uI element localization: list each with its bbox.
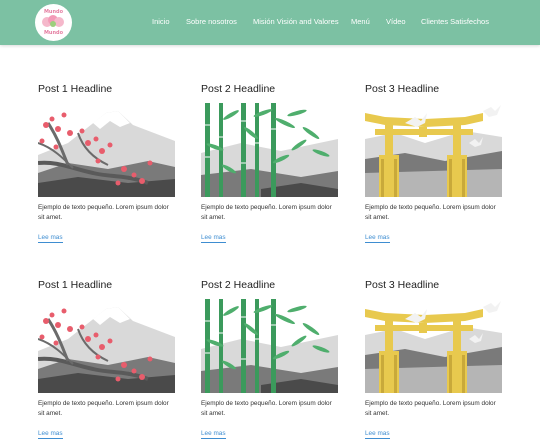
post-title[interactable]: Post 1 Headline — [38, 83, 112, 95]
post-excerpt: Ejemplo de texto pequeño. Lorem ipsum do… — [365, 400, 496, 417]
logo-text-bottom: Mundo — [43, 30, 64, 36]
post-excerpt: Ejemplo de texto pequeño. Lorem ipsum do… — [38, 204, 169, 221]
nav-item-clientes[interactable]: Clientes Satisfechos — [421, 17, 489, 26]
read-more-link[interactable]: Lee mas — [201, 430, 226, 439]
nav-item-inicio[interactable]: Inicio — [152, 17, 170, 26]
post-image-bamboo[interactable] — [201, 103, 338, 197]
post-title[interactable]: Post 1 Headline — [38, 279, 112, 291]
post-excerpt: Ejemplo de texto pequeño. Lorem ipsum do… — [201, 204, 332, 221]
post-excerpt: Ejemplo de texto pequeño. Lorem ipsum do… — [201, 400, 332, 417]
post-image-mountain-blossom[interactable] — [38, 299, 175, 393]
read-more-link[interactable]: Lee mas — [365, 430, 390, 439]
post-title[interactable]: Post 3 Headline — [365, 279, 439, 291]
nav-item-menu[interactable]: Menú — [351, 17, 370, 26]
nav-item-sobre-nosotros[interactable]: Sobre nosotros — [186, 17, 237, 26]
nav-item-video[interactable]: Vídeo — [386, 17, 406, 26]
post-excerpt: Ejemplo de texto pequeño. Lorem ipsum do… — [365, 204, 496, 221]
read-more-link[interactable]: Lee mas — [365, 234, 390, 243]
post-excerpt: Ejemplo de texto pequeño. Lorem ipsum do… — [38, 400, 169, 417]
post-title[interactable]: Post 2 Headline — [201, 83, 275, 95]
nav-item-mision[interactable]: Misión Visión and Valores — [253, 17, 339, 26]
post-title[interactable]: Post 3 Headline — [365, 83, 439, 95]
read-more-link[interactable]: Lee mas — [201, 234, 226, 243]
post-image-bamboo[interactable] — [201, 299, 338, 393]
post-image-mountain-blossom[interactable] — [38, 103, 175, 197]
post-image-torii-gate[interactable] — [365, 299, 502, 393]
read-more-link[interactable]: Lee mas — [38, 234, 63, 243]
site-header: Mundo Mundo Inicio Sobre nosotros Misión… — [0, 0, 540, 45]
site-logo[interactable]: Mundo Mundo — [35, 4, 72, 41]
post-image-torii-gate[interactable] — [365, 103, 502, 197]
post-title[interactable]: Post 2 Headline — [201, 279, 275, 291]
read-more-link[interactable]: Lee mas — [38, 430, 63, 439]
